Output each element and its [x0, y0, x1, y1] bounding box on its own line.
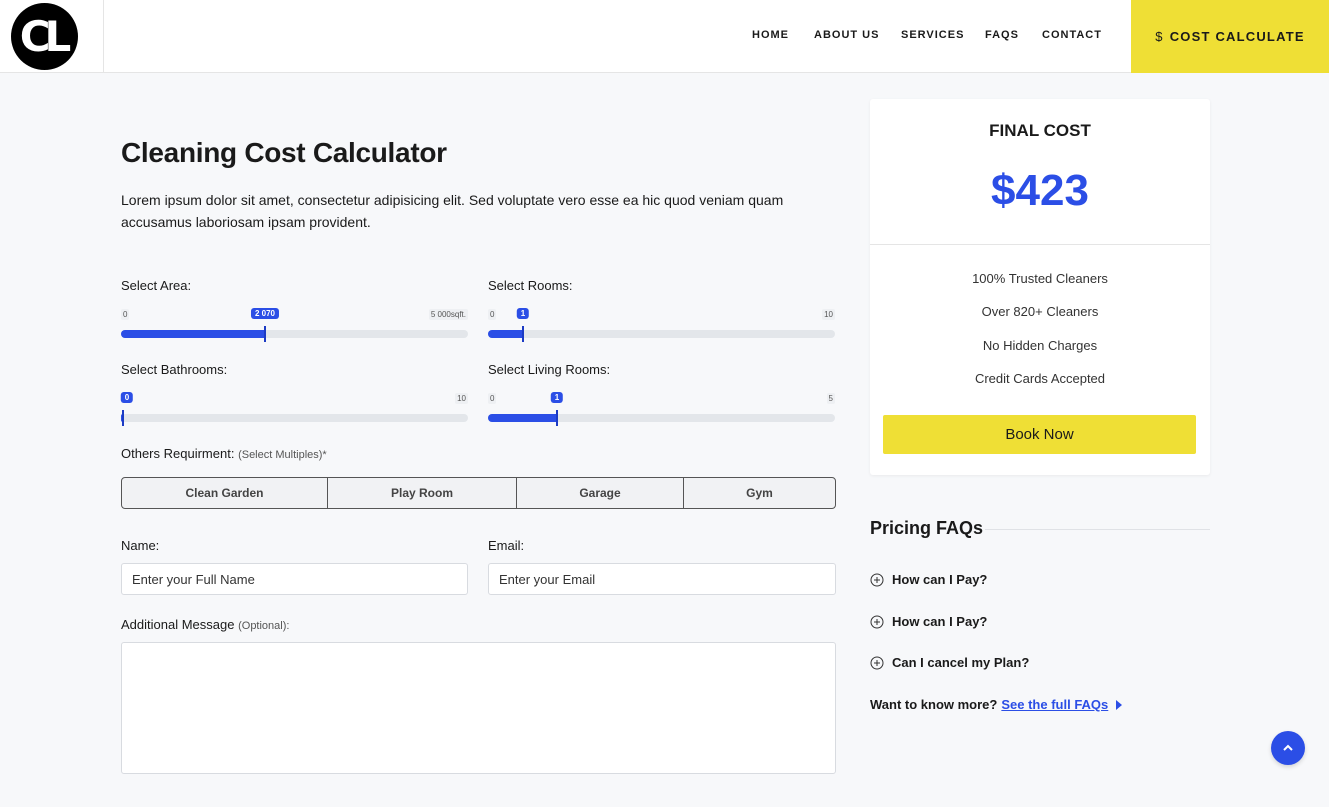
name-label: Name: — [121, 538, 160, 553]
book-now-button[interactable]: Book Now — [883, 415, 1196, 454]
final-cost-card: FINAL COST $423 100% Trusted Cleaners Ov… — [870, 99, 1210, 475]
slider-track[interactable] — [121, 326, 468, 342]
slider-handle[interactable] — [556, 410, 558, 426]
bathrooms-slider[interactable]: 0 10 0 — [120, 392, 468, 433]
slider-track[interactable] — [121, 410, 468, 426]
intro-text: Lorem ipsum dolor sit amet, consectetur … — [121, 192, 784, 230]
nav-home[interactable]: HOME — [752, 29, 789, 41]
name-input[interactable] — [121, 563, 468, 595]
rooms-label: Select Rooms: — [488, 278, 573, 293]
message-textarea[interactable] — [121, 642, 836, 774]
final-cost-header: FINAL COST $423 — [870, 99, 1210, 245]
others-options-group: Clean Garden Play Room Garage Gym — [121, 477, 836, 509]
slider-fill — [121, 330, 265, 338]
logo-container: CL — [0, 0, 104, 73]
message-label: Additional Message (Optional): — [121, 617, 289, 632]
slider-value-bubble: 1 — [516, 308, 530, 319]
more-faqs-text: Want to know more? — [870, 697, 998, 712]
faq-question: How can I Pay? — [892, 572, 988, 587]
nav-about-us[interactable]: ABOUT US — [814, 29, 879, 41]
page-title: Cleaning Cost Calculator — [121, 137, 447, 168]
caret-right-icon — [1116, 699, 1123, 710]
slider-handle[interactable] — [522, 326, 524, 342]
slider-fill — [488, 330, 523, 338]
pricing-faqs-title: Pricing FAQs — [870, 518, 984, 538]
site-header: CL HOME ABOUT US SERVICES FAQS CONTACT $… — [0, 0, 1329, 73]
slider-max: 10 — [455, 393, 468, 404]
slider-min: 0 — [121, 309, 130, 320]
more-faqs: Want to know more? See the full FAQs — [870, 697, 1123, 712]
option-play-room[interactable]: Play Room — [328, 478, 517, 508]
plus-circle-icon — [870, 615, 884, 628]
cost-calculate-label: COST CALCULATE — [1169, 29, 1305, 44]
option-garage[interactable]: Garage — [517, 478, 684, 508]
rooms-slider[interactable]: 0 10 1 — [488, 308, 835, 349]
scroll-to-top-button[interactable] — [1271, 731, 1305, 765]
faq-question: Can I cancel my Plan? — [892, 655, 1030, 670]
area-slider[interactable]: 0 5 000sqft. 2 070 — [121, 308, 468, 349]
message-label-text: Additional Message — [121, 617, 235, 632]
slider-min: 0 — [488, 393, 497, 404]
email-input[interactable] — [488, 563, 836, 595]
dollar-icon: $ — [1155, 29, 1164, 44]
living-rooms-slider[interactable]: 0 5 1 — [488, 392, 835, 433]
faq-item[interactable]: Can I cancel my Plan? — [870, 655, 1029, 670]
feature-item: 100% Trusted Cleaners — [972, 271, 1108, 286]
full-faqs-link[interactable]: See the full FAQs — [1001, 697, 1108, 712]
feature-item: Credit Cards Accepted — [974, 371, 1106, 386]
chevron-up-icon — [1283, 744, 1293, 751]
slider-max: 5 000sqft. — [428, 309, 468, 320]
plus-circle-icon — [870, 573, 884, 586]
others-sub-label: (Select Multiples)* — [238, 449, 327, 461]
feature-item: Over 820+ Cleaners — [981, 304, 1099, 319]
nav-faqs[interactable]: FAQS — [985, 29, 1019, 41]
final-cost-label: FINAL COST — [989, 121, 1091, 140]
others-label-text: Others Requirment: — [121, 446, 235, 461]
feature-item: No Hidden Charges — [982, 338, 1098, 353]
bathrooms-label: Select Bathrooms: — [121, 362, 228, 377]
email-label: Email: — [488, 538, 525, 553]
final-cost-value: $423 — [991, 166, 1089, 215]
slider-value-bubble: 0 — [120, 392, 134, 403]
slider-track[interactable] — [488, 326, 835, 342]
message-sub-label: (Optional): — [238, 620, 290, 632]
area-label: Select Area: — [121, 278, 192, 293]
nav-services[interactable]: SERVICES — [901, 29, 964, 41]
faq-divider — [985, 529, 1210, 530]
option-clean-garden[interactable]: Clean Garden — [122, 478, 328, 508]
plus-circle-icon — [870, 656, 884, 669]
slider-handle[interactable] — [264, 326, 266, 342]
slider-max: 5 — [826, 393, 835, 404]
living-rooms-label: Select Living Rooms: — [488, 362, 611, 377]
slider-value-bubble: 2 070 — [250, 308, 280, 319]
site-logo[interactable]: CL — [11, 3, 78, 70]
slider-fill — [488, 414, 557, 422]
cost-calculate-button[interactable]: $ COST CALCULATE — [1131, 0, 1329, 73]
slider-max: 10 — [822, 309, 835, 320]
slider-track[interactable] — [488, 410, 835, 426]
slider-value-bubble: 1 — [550, 392, 564, 403]
faq-question: How can I Pay? — [892, 614, 988, 629]
nav-contact[interactable]: CONTACT — [1042, 29, 1102, 41]
others-label: Others Requirment: (Select Multiples)* — [121, 446, 327, 461]
faq-item[interactable]: How can I Pay? — [870, 614, 987, 629]
slider-min: 0 — [488, 309, 497, 320]
faq-item[interactable]: How can I Pay? — [870, 572, 987, 587]
slider-handle[interactable] — [122, 410, 124, 426]
option-gym[interactable]: Gym — [684, 478, 835, 508]
